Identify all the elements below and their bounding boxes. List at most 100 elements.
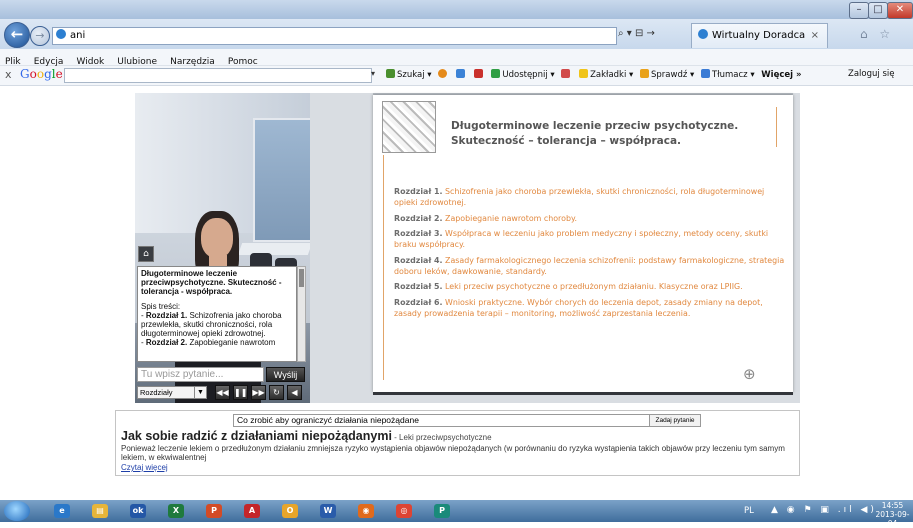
question-input[interactable]: Tu wpisz pytanie... bbox=[137, 367, 264, 382]
pause-button[interactable]: ❚❚ bbox=[233, 385, 248, 400]
word-icon: W bbox=[320, 504, 336, 518]
faq-text: Ponieważ leczenie lekiem o przedłużonym … bbox=[121, 444, 785, 462]
slide-title-line: Skuteczność – tolerancja – współpraca. bbox=[451, 135, 682, 147]
close-button[interactable]: ✕ bbox=[887, 2, 913, 19]
google-search-input[interactable] bbox=[64, 68, 372, 83]
read-more-link[interactable]: Czytaj więcej bbox=[121, 463, 168, 472]
toolbar-share-button[interactable]: Udostępnij ▾ bbox=[502, 70, 554, 80]
slide-chapter[interactable]: Rozdział 3. Współpraca w leczeniu jako p… bbox=[394, 228, 789, 250]
chapter-label: Rozdział 6. bbox=[394, 297, 443, 307]
ie-page-icon bbox=[56, 29, 66, 39]
slide-chapter[interactable]: Rozdział 2. Zapobieganie nawrotom chorob… bbox=[394, 213, 789, 224]
acrobat-icon: A bbox=[244, 504, 260, 518]
faq-title-text: Jak sobie radzić z działaniami niepożąda… bbox=[121, 429, 392, 443]
sound-button[interactable]: ◀ bbox=[287, 385, 302, 400]
sidewiki-icon[interactable] bbox=[561, 69, 571, 78]
chapter-label: Rozdział 5. bbox=[394, 282, 443, 291]
outlook-icon: O bbox=[282, 504, 298, 518]
slide-chapter[interactable]: Rozdział 6. Wnioski praktyczne. Wybór ch… bbox=[394, 297, 789, 319]
address-actions[interactable]: ⌕ ▾ ⊟ → bbox=[618, 28, 655, 39]
toolbar-search-button[interactable]: Szukaj ▾ bbox=[397, 70, 432, 80]
home-icon[interactable]: ⌂ bbox=[138, 246, 154, 262]
maximize-button[interactable]: □ bbox=[868, 2, 888, 19]
search-dropdown-icon[interactable]: ▾ bbox=[371, 69, 375, 78]
taskbar-publisher-button[interactable]: P bbox=[428, 502, 456, 520]
faq-subtitle: - Leki przeciwpsychotyczne bbox=[391, 433, 492, 442]
faq-title: Jak sobie radzić z działaniami niepożąda… bbox=[121, 429, 492, 443]
chapters-select-label: Rozdziały bbox=[140, 388, 173, 397]
toolbar-close-icon[interactable]: x bbox=[5, 68, 12, 81]
firefox-icon: ◉ bbox=[358, 504, 374, 518]
slide-chapter[interactable]: Rozdział 1. Schizofrenia jako choroba pr… bbox=[394, 186, 789, 208]
taskbar-app-blue-button[interactable]: ok bbox=[124, 502, 152, 520]
taskbar-explorer-button[interactable]: ▤ bbox=[86, 502, 114, 520]
toolbar-bookmarks-button[interactable]: Zakładki ▾ bbox=[590, 70, 633, 80]
chevron-down-icon[interactable]: ▼ bbox=[194, 387, 206, 398]
system-tray-icons[interactable]: ▲ ◉ ⚑ ▣ .ıl ◀) bbox=[771, 505, 877, 515]
back-button[interactable]: ← bbox=[4, 22, 30, 48]
explorer-icon: ▤ bbox=[92, 504, 108, 518]
taskbar-chrome-button[interactable]: ◎ bbox=[390, 502, 418, 520]
slide-accent-line bbox=[383, 155, 384, 380]
spellcheck-icon bbox=[640, 69, 650, 78]
fast-forward-button[interactable]: ▶▶ bbox=[251, 385, 266, 400]
taskbar-ie-button[interactable]: e bbox=[48, 502, 76, 520]
send-button[interactable]: Wyślij bbox=[266, 367, 305, 382]
replay-button[interactable]: ↻ bbox=[269, 385, 284, 400]
chapters-select[interactable]: Rozdziały ▼ bbox=[137, 386, 207, 399]
ask-question-button[interactable]: Zadaj pytanie bbox=[649, 414, 701, 427]
chapter-text: Zasady farmakologicznego leczenia schizo… bbox=[394, 255, 785, 276]
clock[interactable]: 14:55 2013-09-04 bbox=[872, 501, 913, 528]
avatar-face bbox=[201, 218, 233, 258]
info-toc-heading: Spis treści: bbox=[141, 301, 181, 311]
home-favorites-icons[interactable]: ⌂ ☆ bbox=[860, 27, 894, 41]
info-item-text: Zapobieganie nawrotom bbox=[187, 338, 276, 348]
slide-chapter[interactable]: Rozdział 4. Zasady farmakologicznego lec… bbox=[394, 255, 789, 277]
info-item-label: Rozdział 2. bbox=[145, 338, 188, 348]
taskbar-excel-button[interactable]: X bbox=[162, 502, 190, 520]
tab-close-icon[interactable]: × bbox=[811, 24, 819, 48]
slide-title-line: Długoterminowe leczenie przeciw psychoty… bbox=[451, 120, 739, 132]
google-toolbar-items: Szukaj ▾ Udostępnij ▾ Zakładki ▾ Sprawdź… bbox=[382, 69, 802, 80]
pagerank-icon[interactable] bbox=[438, 69, 448, 78]
login-link[interactable]: Zaloguj się bbox=[848, 69, 894, 79]
chapter-text: Schizofrenia jako choroba przewlekła, sk… bbox=[394, 187, 765, 207]
address-bar[interactable]: ani bbox=[52, 27, 617, 45]
tab-wirtualny-doradca[interactable]: Wirtualny Doradca × bbox=[691, 23, 828, 48]
scrollbar-thumb[interactable] bbox=[299, 269, 304, 287]
chapter-label: Rozdział 2. bbox=[394, 213, 443, 223]
toolbar-check-button[interactable]: Sprawdź ▾ bbox=[651, 70, 694, 80]
popup-blocker-icon[interactable] bbox=[473, 69, 483, 78]
info-item: - Rozdział 2. Zapobieganie nawrotom bbox=[141, 338, 276, 348]
minimize-button[interactable]: – bbox=[849, 2, 869, 19]
windows-taskbar: e ▤ ok X P A O W ◉ ◎ P PL ▲ ◉ ⚑ ▣ .ıl ◀) 14:55 201… bbox=[0, 500, 913, 528]
google-toolbar: x Google ▾ Szukaj ▾ Udostępnij ▾ Zakładk… bbox=[0, 66, 913, 86]
clock-time: 14:55 bbox=[881, 501, 904, 510]
star-icon bbox=[579, 69, 589, 78]
start-button[interactable] bbox=[4, 501, 30, 521]
forward-button[interactable]: → bbox=[30, 26, 50, 46]
chapter-label: Rozdział 1. bbox=[394, 187, 443, 196]
zoom-icon[interactable]: ⊕ bbox=[743, 365, 761, 383]
info-scrollbar[interactable] bbox=[297, 266, 306, 362]
taskbar-firefox-button[interactable]: ◉ bbox=[352, 502, 380, 520]
share-icon bbox=[491, 69, 501, 78]
slide-chapter[interactable]: Rozdział 5. Leki przeciw psychotyczne o … bbox=[394, 281, 789, 292]
taskbar-outlook-button[interactable]: O bbox=[276, 502, 304, 520]
taskbar-word-button[interactable]: W bbox=[314, 502, 342, 520]
faq-question-input[interactable]: Co zrobić aby ograniczyć działania niepo… bbox=[233, 414, 652, 427]
puzzle-icon[interactable] bbox=[455, 69, 465, 78]
google-logo: Google bbox=[20, 67, 63, 81]
search-icon bbox=[386, 69, 395, 78]
taskbar-acrobat-button[interactable]: A bbox=[238, 502, 266, 520]
address-text: ani bbox=[70, 30, 86, 41]
slide-bottom-bar bbox=[373, 392, 793, 395]
ie-tab-icon bbox=[698, 29, 708, 39]
address-row: ← → ani ⌕ ▾ ⊟ → Wirtualny Doradca × ⌂ ☆ bbox=[0, 19, 913, 49]
rewind-button[interactable]: ◀◀ bbox=[215, 385, 230, 400]
taskbar-powerpoint-button[interactable]: P bbox=[200, 502, 228, 520]
language-indicator[interactable]: PL bbox=[744, 506, 754, 516]
app-blue-icon: ok bbox=[130, 504, 146, 518]
toolbar-translate-button[interactable]: Tłumacz ▾ bbox=[712, 70, 755, 80]
toolbar-more-button[interactable]: Więcej » bbox=[761, 70, 801, 80]
